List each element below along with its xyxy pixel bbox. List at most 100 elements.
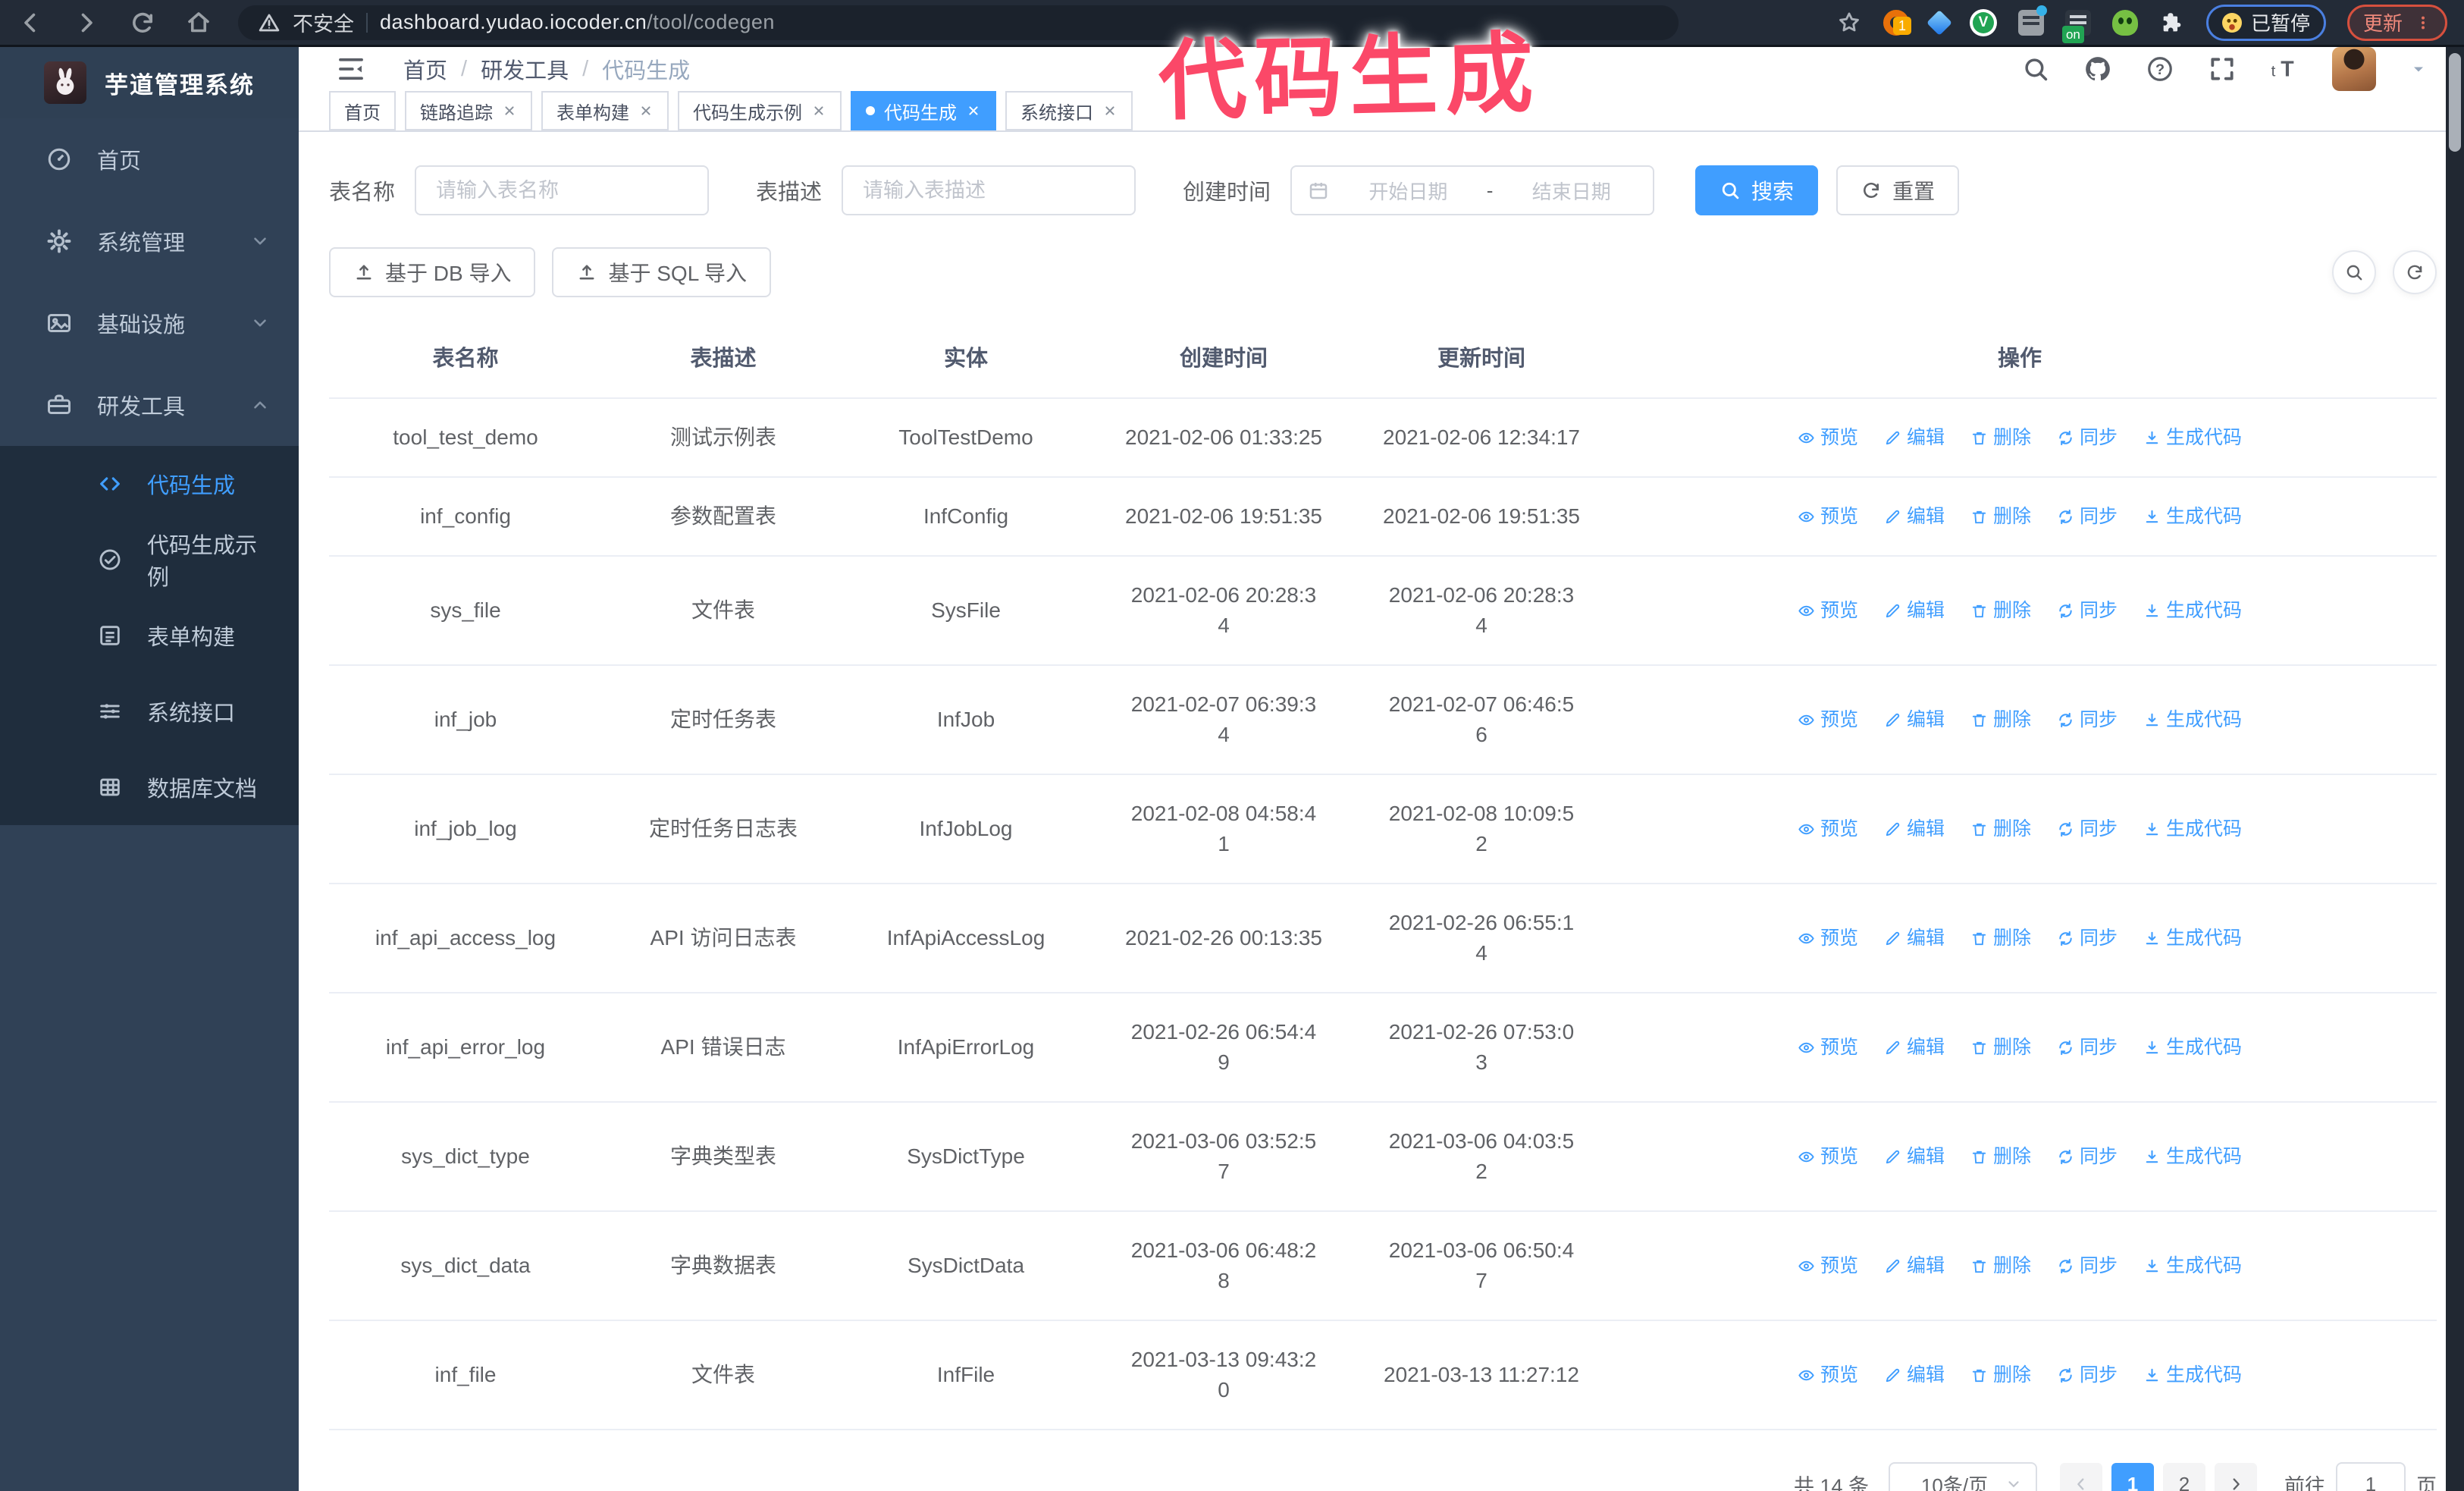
prev-page-button[interactable] <box>2060 1463 2102 1491</box>
action-pencil-link[interactable]: 编辑 <box>1884 923 1945 953</box>
extension-orange-icon[interactable]: 1 <box>1882 9 1911 36</box>
sidebar-item-infrastructure[interactable]: 基础设施 <box>0 282 299 364</box>
action-download-link[interactable]: 生成代码 <box>2143 1032 2242 1063</box>
action-download-link[interactable]: 生成代码 <box>2143 705 2242 735</box>
sidebar-item-codegen[interactable]: 代码生成 <box>0 446 299 522</box>
next-page-button[interactable] <box>2215 1463 2257 1491</box>
sidebar-item-codegen-example[interactable]: 代码生成示例 <box>0 522 299 598</box>
action-trash-link[interactable]: 删除 <box>1970 1032 2031 1063</box>
browser-reload-icon[interactable] <box>129 9 156 36</box>
action-sync-link[interactable]: 同步 <box>2057 814 2118 844</box>
action-eye-link[interactable]: 预览 <box>1798 422 1858 453</box>
page-size-select[interactable]: 10条/页 <box>1889 1462 2037 1491</box>
action-trash-link[interactable]: 删除 <box>1970 814 2031 844</box>
extension-proxy-icon[interactable]: on <box>2061 9 2091 43</box>
action-sync-link[interactable]: 同步 <box>2057 705 2118 735</box>
action-sync-link[interactable]: 同步 <box>2057 1251 2118 1281</box>
action-sync-link[interactable]: 同步 <box>2057 1360 2118 1390</box>
user-avatar[interactable] <box>2332 47 2376 91</box>
breadcrumb-item[interactable]: 首页 <box>403 53 447 85</box>
sidebar-item-system-api[interactable]: 系统接口 <box>0 673 299 749</box>
sidebar-item-form-builder[interactable]: 表单构建 <box>0 598 299 673</box>
action-eye-link[interactable]: 预览 <box>1798 501 1858 532</box>
action-sync-link[interactable]: 同步 <box>2057 1032 2118 1063</box>
action-pencil-link[interactable]: 编辑 <box>1884 1251 1945 1281</box>
action-trash-link[interactable]: 删除 <box>1970 1360 2031 1390</box>
table-desc-input[interactable] <box>842 165 1136 215</box>
extension-v-icon[interactable]: V <box>1969 8 1997 36</box>
avatar-caret-down-icon[interactable] <box>2409 60 2428 78</box>
app-logo-row[interactable]: 芋道管理系统 <box>0 47 299 118</box>
tab-codegen[interactable]: 代码生成 <box>851 91 996 130</box>
extension-alien-icon[interactable] <box>2111 9 2138 36</box>
extensions-puzzle-icon[interactable] <box>2159 10 2185 36</box>
page-number-1[interactable]: 1 <box>2111 1463 2154 1491</box>
import-db-button[interactable]: 基于 DB 导入 <box>329 247 536 297</box>
tab-trace[interactable]: 链路追踪 <box>405 91 532 130</box>
browser-update-button[interactable]: 更新 <box>2346 4 2447 41</box>
refresh-table-button[interactable] <box>2393 250 2437 294</box>
action-download-link[interactable]: 生成代码 <box>2143 923 2242 953</box>
header-search-icon[interactable] <box>2021 55 2050 83</box>
action-pencil-link[interactable]: 编辑 <box>1884 422 1945 453</box>
github-icon[interactable] <box>2083 55 2112 83</box>
page-number-2[interactable]: 2 <box>2163 1463 2205 1491</box>
tab-form-builder[interactable]: 表单构建 <box>541 91 669 130</box>
font-size-icon[interactable]: tT <box>2270 55 2299 83</box>
action-pencil-link[interactable]: 编辑 <box>1884 1141 1945 1172</box>
action-trash-link[interactable]: 删除 <box>1970 705 2031 735</box>
action-pencil-link[interactable]: 编辑 <box>1884 501 1945 532</box>
action-pencil-link[interactable]: 编辑 <box>1884 705 1945 735</box>
action-sync-link[interactable]: 同步 <box>2057 501 2118 532</box>
sidebar-item-system-manage[interactable]: 系统管理 <box>0 200 299 282</box>
action-eye-link[interactable]: 预览 <box>1798 814 1858 844</box>
browser-home-icon[interactable] <box>185 9 212 36</box>
goto-page-input[interactable] <box>2336 1462 2406 1491</box>
action-download-link[interactable]: 生成代码 <box>2143 1141 2242 1172</box>
tab-home[interactable]: 首页 <box>329 91 396 130</box>
help-icon[interactable]: ? <box>2146 55 2174 83</box>
action-download-link[interactable]: 生成代码 <box>2143 1251 2242 1281</box>
breadcrumb-item[interactable]: 研发工具 <box>481 53 569 85</box>
action-pencil-link[interactable]: 编辑 <box>1884 814 1945 844</box>
action-trash-link[interactable]: 删除 <box>1970 501 2031 532</box>
action-trash-link[interactable]: 删除 <box>1970 422 2031 453</box>
action-pencil-link[interactable]: 编辑 <box>1884 1032 1945 1063</box>
search-button[interactable]: 搜索 <box>1695 165 1819 215</box>
tab-codegen-example[interactable]: 代码生成示例 <box>678 91 842 130</box>
action-pencil-link[interactable]: 编辑 <box>1884 1360 1945 1390</box>
action-download-link[interactable]: 生成代码 <box>2143 422 2242 453</box>
action-eye-link[interactable]: 预览 <box>1798 923 1858 953</box>
sidebar-item-db-doc[interactable]: 数据库文档 <box>0 749 299 825</box>
toggle-search-button[interactable] <box>2332 250 2376 294</box>
reset-button[interactable]: 重置 <box>1836 165 1960 215</box>
create-time-range-picker[interactable]: 开始日期 - 结束日期 <box>1290 165 1655 215</box>
action-download-link[interactable]: 生成代码 <box>2143 814 2242 844</box>
action-eye-link[interactable]: 预览 <box>1798 1251 1858 1281</box>
browser-forward-icon[interactable] <box>73 9 100 36</box>
address-bar[interactable]: 不安全 dashboard.yudao.iocoder.cn/tool/code… <box>238 5 1679 40</box>
action-trash-link[interactable]: 删除 <box>1970 595 2031 626</box>
fullscreen-icon[interactable] <box>2208 55 2237 83</box>
sidebar-item-home[interactable]: 首页 <box>0 118 299 200</box>
extension-diamond-icon[interactable] <box>1926 9 1952 36</box>
sidebar-collapse-icon[interactable] <box>335 53 367 85</box>
sidebar-item-dev-tools[interactable]: 研发工具 <box>0 364 299 446</box>
action-sync-link[interactable]: 同步 <box>2057 422 2118 453</box>
action-sync-link[interactable]: 同步 <box>2057 595 2118 626</box>
action-sync-link[interactable]: 同步 <box>2057 1141 2118 1172</box>
tab-system-api[interactable]: 系统接口 <box>1005 91 1133 130</box>
action-pencil-link[interactable]: 编辑 <box>1884 595 1945 626</box>
import-sql-button[interactable]: 基于 SQL 导入 <box>552 247 772 297</box>
action-trash-link[interactable]: 删除 <box>1970 1141 2031 1172</box>
action-eye-link[interactable]: 预览 <box>1798 1360 1858 1390</box>
action-trash-link[interactable]: 删除 <box>1970 923 2031 953</box>
action-eye-link[interactable]: 预览 <box>1798 595 1858 626</box>
browser-menu-dots-icon[interactable] <box>2415 13 2431 33</box>
extension-sliders-icon[interactable] <box>2017 5 2047 36</box>
bookmark-star-icon[interactable] <box>1836 10 1862 36</box>
action-trash-link[interactable]: 删除 <box>1970 1251 2031 1281</box>
browser-back-icon[interactable] <box>17 9 44 36</box>
action-sync-link[interactable]: 同步 <box>2057 923 2118 953</box>
action-eye-link[interactable]: 预览 <box>1798 1032 1858 1063</box>
